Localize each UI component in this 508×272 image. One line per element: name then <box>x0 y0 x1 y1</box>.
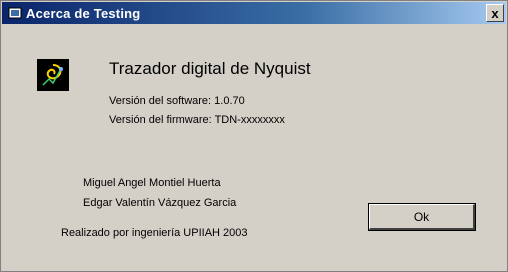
close-button[interactable]: x <box>486 4 504 22</box>
window-app-icon <box>8 6 22 20</box>
firmware-version: Versión del firmware: TDN-xxxxxxxx <box>109 114 285 126</box>
about-dialog: Acerca de Testing x Trazador digital de … <box>0 0 508 272</box>
author-1: Miguel Angel Montiel Huerta <box>83 177 221 189</box>
credits-footer: Realizado por ingeniería UPIIAH 2003 <box>61 227 248 239</box>
author-2: Edgar Valentín Vázquez Garcia <box>83 197 237 209</box>
software-version: Versión del software: 1.0.70 <box>109 95 245 107</box>
app-title: Trazador digital de Nyquist <box>109 59 311 78</box>
title-bar[interactable]: Acerca de Testing x <box>2 2 506 24</box>
ok-button[interactable]: Ok <box>368 203 476 231</box>
window-title: Acerca de Testing <box>26 5 141 21</box>
nyquist-app-icon <box>37 59 69 91</box>
